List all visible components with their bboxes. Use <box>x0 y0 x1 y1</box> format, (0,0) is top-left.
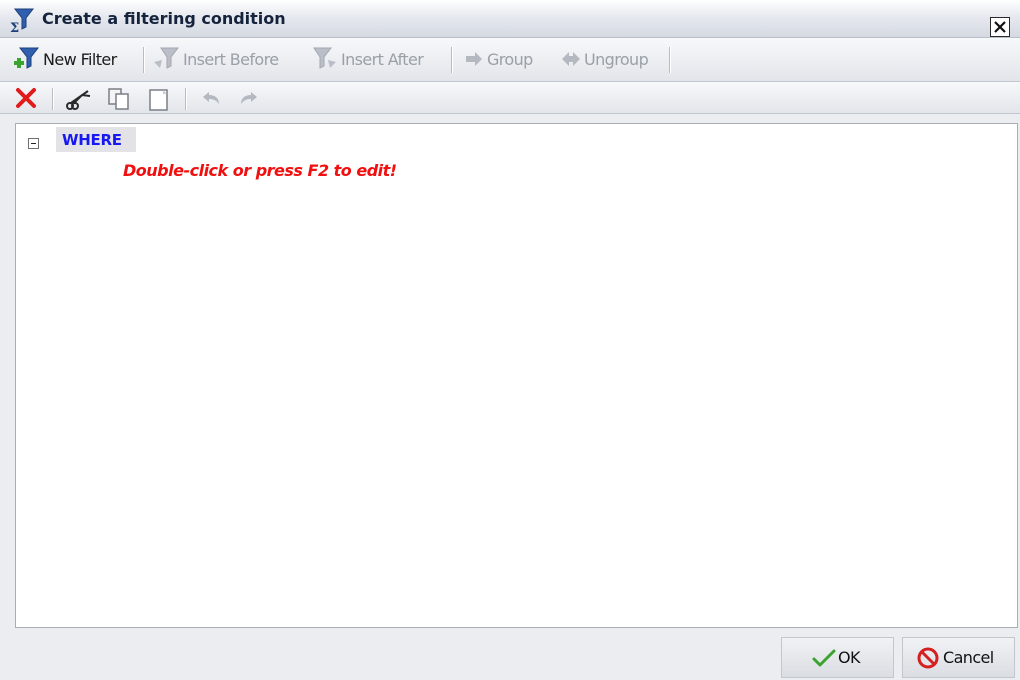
paste-icon[interactable] <box>147 86 171 112</box>
close-icon <box>994 21 1006 33</box>
toolbar-divider <box>669 47 670 73</box>
insert-before-button[interactable]: Insert Before <box>152 44 279 74</box>
group-button[interactable]: Group <box>464 44 533 74</box>
cancel-icon <box>917 647 939 668</box>
insert-before-label: Insert Before <box>183 49 279 69</box>
toolbar-divider <box>451 47 452 73</box>
group-label: Group <box>487 49 533 69</box>
close-button[interactable] <box>990 17 1010 37</box>
cancel-label: Cancel <box>943 648 994 667</box>
new-filter-label: New Filter <box>43 49 117 69</box>
where-label: WHERE <box>62 130 122 149</box>
ungroup-button[interactable]: Ungroup <box>561 44 649 74</box>
group-arrow-icon <box>466 52 482 66</box>
filter-dialog: Σ Create a filtering condition New Filte… <box>0 0 1020 680</box>
insert-before-icon <box>154 47 180 69</box>
collapse-toggle[interactable] <box>28 138 39 149</box>
ungroup-arrows-icon <box>562 52 580 66</box>
insert-after-icon <box>313 47 336 69</box>
copy-icon[interactable] <box>106 86 132 112</box>
edit-hint[interactable]: Double-click or press F2 to edit! <box>123 161 397 180</box>
insert-after-button[interactable]: Insert After <box>310 44 424 74</box>
svg-text:Σ: Σ <box>10 21 19 33</box>
new-filter-icon <box>14 47 40 69</box>
new-filter-button[interactable]: New Filter <box>12 44 117 74</box>
toolbar-divider <box>143 47 144 73</box>
filter-tree-panel[interactable]: WHERE Double-click or press F2 to edit! <box>15 123 1018 628</box>
cancel-button[interactable]: Cancel <box>902 637 1015 678</box>
delete-icon[interactable] <box>14 86 38 110</box>
edit-toolbar <box>0 82 1020 114</box>
dialog-title: Create a filtering condition <box>42 9 286 28</box>
ungroup-label: Ungroup <box>584 49 649 69</box>
checkmark-icon <box>812 649 836 666</box>
ok-button[interactable]: OK <box>781 637 894 678</box>
insert-after-label: Insert After <box>341 49 424 69</box>
filter-sigma-icon: Σ <box>10 8 35 33</box>
toolbar-divider <box>185 88 186 110</box>
ok-label: OK <box>838 648 860 667</box>
where-node[interactable]: WHERE <box>56 127 136 152</box>
redo-icon[interactable] <box>238 89 260 109</box>
cut-icon[interactable] <box>64 87 92 111</box>
undo-icon[interactable] <box>200 89 222 109</box>
toolbar-divider <box>52 88 53 110</box>
title-bar: Σ Create a filtering condition <box>0 0 1020 38</box>
filter-toolbar: New Filter Insert Before Insert After Gr… <box>0 38 1020 82</box>
